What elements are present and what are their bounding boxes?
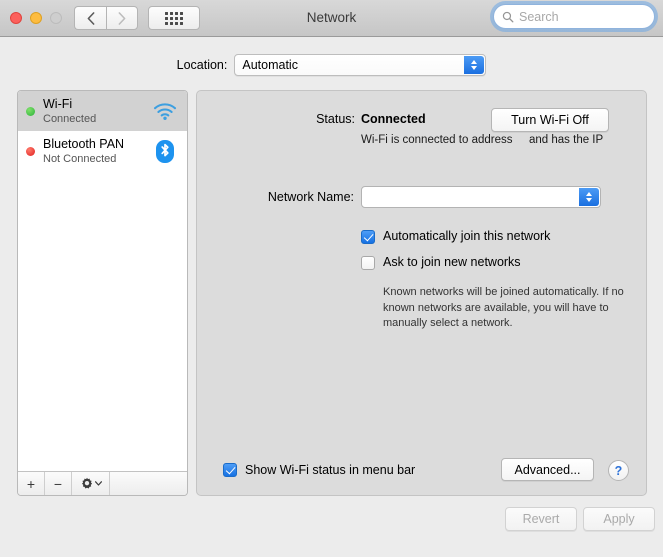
location-row: Location: Automatic [0, 52, 663, 78]
service-actions-button[interactable] [72, 472, 110, 495]
advanced-button[interactable]: Advanced... [501, 458, 594, 481]
chevron-down-icon [94, 481, 102, 486]
service-text: Bluetooth PAN Not Connected [43, 137, 152, 166]
titlebar: Network [0, 0, 663, 37]
service-name: Wi-Fi [43, 96, 73, 111]
turn-wifi-off-button[interactable]: Turn Wi-Fi Off [491, 108, 609, 132]
wifi-icon [152, 98, 178, 124]
show-wifi-status-label: Show Wi-Fi status in menu bar [245, 462, 416, 477]
menu-bar-checkbox-row[interactable]: Show Wi-Fi status in menu bar [223, 462, 415, 477]
remove-service-button[interactable]: − [45, 472, 72, 495]
sidebar-item-bluetooth-pan[interactable]: Bluetooth PAN Not Connected [18, 131, 187, 171]
wifi-settings-panel: Status: Connected Wi-Fi is connected to … [196, 90, 647, 496]
search-icon [502, 11, 514, 22]
plus-icon: + [26, 475, 36, 492]
status-description-line2: address [471, 134, 513, 146]
status-label: Status: [316, 112, 355, 126]
toolbar-filler [110, 472, 187, 495]
status-description-right: and has the IP [529, 134, 604, 146]
status-description: Wi-Fi is connected to address [361, 133, 521, 149]
auto-join-checkbox-row[interactable]: Automatically join this network [361, 229, 550, 244]
location-value: Automatic [242, 58, 298, 72]
network-checkboxes: Automatically join this network Ask to j… [361, 229, 550, 281]
chevron-updown-icon [464, 56, 485, 74]
network-name-label: Network Name: [267, 190, 354, 204]
location-popup-button[interactable]: Automatic [234, 54, 487, 76]
chevron-updown-icon [579, 188, 599, 206]
add-service-button[interactable]: + [18, 472, 45, 495]
apply-button[interactable]: Apply [583, 507, 655, 531]
status-dot-disconnected [26, 146, 35, 156]
services-sidebar: Wi-Fi Connected Bluetooth PAN Not Connec… [17, 90, 188, 496]
service-name: Bluetooth PAN [43, 136, 125, 151]
network-preferences-window: Network Location: Automatic Wi-Fi Co [0, 0, 663, 557]
bluetooth-icon [152, 138, 178, 164]
service-state: Connected [43, 112, 97, 125]
services-list: Wi-Fi Connected Bluetooth PAN Not Connec… [18, 91, 187, 463]
status-dot-connected [26, 106, 35, 116]
ask-join-checkbox[interactable] [361, 256, 375, 270]
auto-join-checkbox[interactable] [361, 230, 375, 244]
ask-join-checkbox-row[interactable]: Ask to join new networks [361, 255, 550, 270]
status-description-line1: Wi-Fi is connected to [361, 134, 469, 146]
network-name-combobox[interactable] [361, 186, 601, 208]
sidebar-item-wifi[interactable]: Wi-Fi Connected [18, 91, 187, 131]
service-state: Not Connected [43, 152, 117, 165]
services-toolbar: + − [18, 471, 187, 495]
location-label: Location: [176, 58, 228, 72]
ask-join-label: Ask to join new networks [383, 255, 521, 269]
search-field[interactable] [493, 4, 655, 29]
service-text: Wi-Fi Connected [43, 97, 152, 126]
minus-icon: − [53, 475, 63, 492]
show-wifi-status-checkbox[interactable] [223, 463, 237, 477]
footer-bar: Revert Apply [0, 496, 663, 557]
gear-icon [81, 477, 92, 488]
network-name-row: Network Name: [197, 186, 646, 208]
auto-join-label: Automatically join this network [383, 229, 551, 243]
status-value: Connected [361, 112, 426, 126]
join-networks-hint: Known networks will be joined automatica… [383, 286, 624, 330]
search-input[interactable] [519, 9, 646, 24]
help-button[interactable]: ? [608, 460, 629, 481]
revert-button[interactable]: Revert [505, 507, 577, 531]
